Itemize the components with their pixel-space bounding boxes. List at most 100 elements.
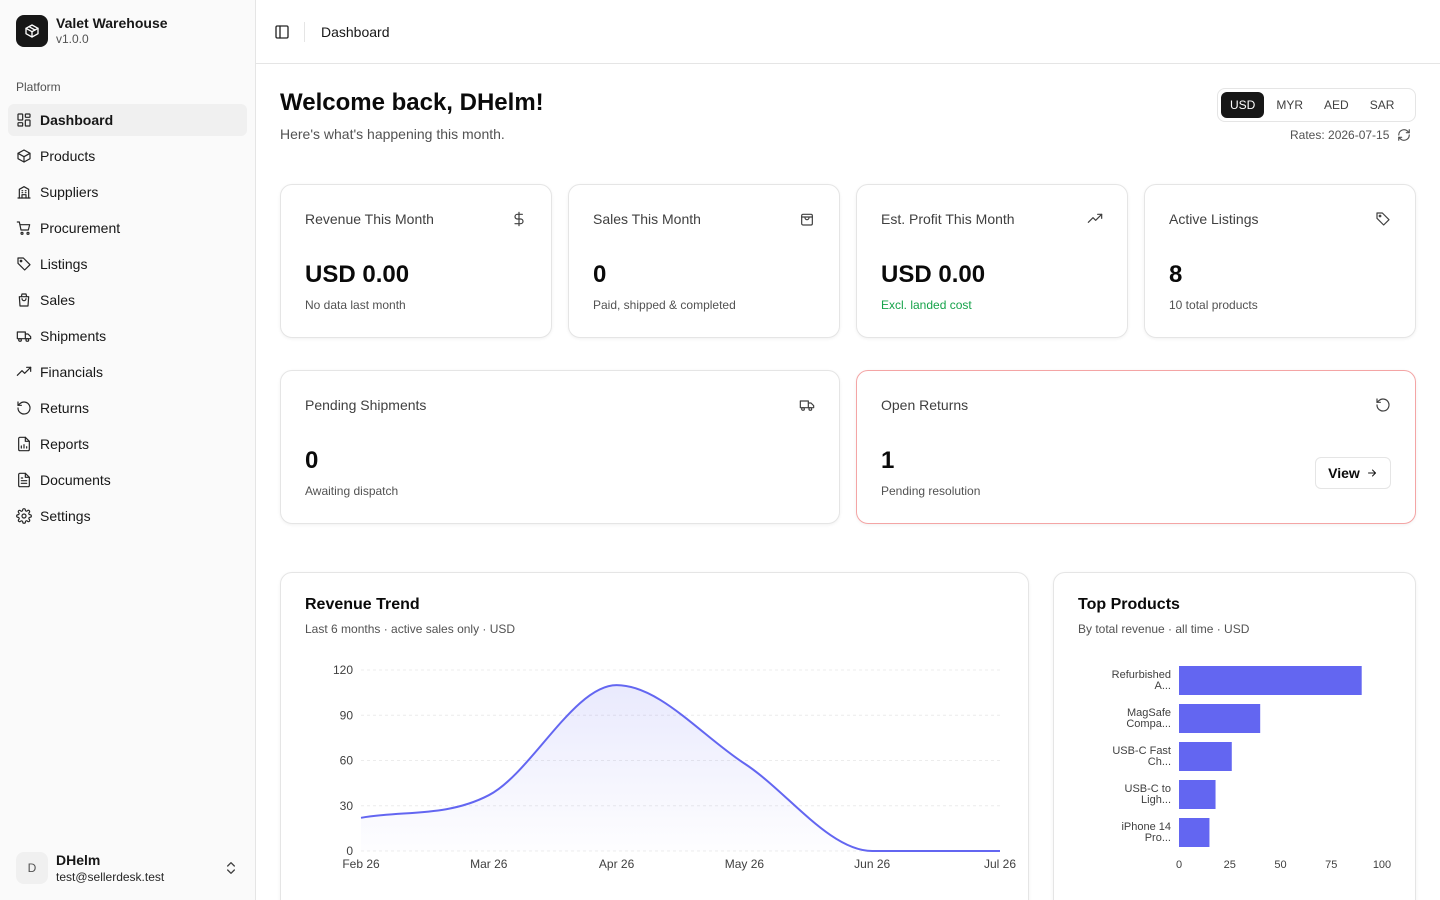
pending-shipments-card: Pending Shipments 0 Awaiting dispatch xyxy=(280,370,840,524)
sidebar-item-label: Documents xyxy=(40,472,111,488)
listings-card: Active Listings 8 10 total products xyxy=(1144,184,1416,338)
sidebar-item-settings[interactable]: Settings xyxy=(8,500,247,532)
avatar: D xyxy=(16,852,48,884)
card-value: 8 xyxy=(1169,261,1183,288)
y-tick-label: 90 xyxy=(340,708,354,722)
card-value: 1 xyxy=(881,447,895,474)
refresh-icon[interactable] xyxy=(1397,128,1411,142)
currency-aed-button[interactable]: AED xyxy=(1315,92,1358,118)
card-title: Open Returns xyxy=(881,397,969,413)
x-tick-label: Apr 26 xyxy=(599,857,635,871)
y-tick-label: 120 xyxy=(333,663,353,677)
brand-version: v1.0.0 xyxy=(56,32,89,46)
sidebar-item-label: Reports xyxy=(40,436,90,452)
card-subtext: Awaiting dispatch xyxy=(305,484,399,498)
card-subtext: No data last month xyxy=(305,298,406,312)
product-bar[interactable] xyxy=(1179,704,1261,733)
header-divider xyxy=(304,22,305,42)
truck-icon xyxy=(799,397,815,413)
shopping-bag-icon xyxy=(16,292,32,308)
sidebar-item-label: Listings xyxy=(40,256,88,272)
currency-myr-button[interactable]: MYR xyxy=(1267,92,1312,118)
product-bar[interactable] xyxy=(1179,742,1232,771)
y-tick-label: 60 xyxy=(340,754,354,768)
rotate-ccw-icon xyxy=(16,400,32,416)
user-menu[interactable]: D DHelm test@sellerdesk.test xyxy=(8,844,247,892)
product-bar[interactable] xyxy=(1179,780,1216,809)
x-tick-label: 25 xyxy=(1224,859,1236,871)
user-name: DHelm xyxy=(56,851,101,868)
rates-info: Rates: 2026-07-15 xyxy=(1290,128,1411,142)
settings-icon xyxy=(16,508,32,524)
panel-left-icon xyxy=(275,25,289,39)
package-icon xyxy=(16,148,32,164)
brand[interactable]: Valet Warehouse v1.0.0 xyxy=(16,15,168,47)
sidebar-item-reports[interactable]: Reports xyxy=(8,428,247,460)
x-tick-label: 75 xyxy=(1325,859,1337,871)
sidebar-item-shipments[interactable]: Shipments xyxy=(8,320,247,352)
view-returns-button[interactable]: View xyxy=(1315,457,1391,489)
sidebar-item-label: Settings xyxy=(40,508,91,524)
top-products-chart: RefurbishedA...MagSafeCompa...USB-C Fast… xyxy=(1112,666,1391,871)
file-chart-icon xyxy=(16,436,32,452)
x-tick-label: 100 xyxy=(1373,859,1391,871)
card-subtext: 10 total products xyxy=(1169,298,1258,312)
arrow-right-icon xyxy=(1367,469,1376,477)
tag-icon xyxy=(1375,211,1391,227)
card-subtext: Pending resolution xyxy=(881,484,981,498)
sidebar-item-financials[interactable]: Financials xyxy=(8,356,247,388)
sidebar-item-label: Financials xyxy=(40,364,104,380)
revenue-area xyxy=(361,685,1000,851)
card-title: Pending Shipments xyxy=(305,397,427,413)
revenue-trend-chart: 0 30 60 90 120 Feb 26 Mar 26 Apr 26 May 26 Jun 26… xyxy=(333,663,1016,871)
package-icon xyxy=(16,15,48,47)
sidebar: Valet Warehouse v1.0.0 Platform Dashboar… xyxy=(0,0,256,900)
x-tick-label: Jun 26 xyxy=(854,857,890,871)
currency-usd-button[interactable]: USD xyxy=(1221,92,1265,118)
sidebar-item-returns[interactable]: Returns xyxy=(8,392,247,424)
sidebar-item-suppliers[interactable]: Suppliers xyxy=(8,176,247,208)
sidebar-item-label: Products xyxy=(40,148,96,164)
product-bar[interactable] xyxy=(1179,666,1362,695)
card-value: USD 0.00 xyxy=(305,261,410,288)
sidebar-toggle-button[interactable] xyxy=(272,22,292,42)
sidebar-item-label: Dashboard xyxy=(40,112,114,128)
rates-date: Rates: 2026-07-15 xyxy=(1290,128,1390,142)
sidebar-item-sales[interactable]: Sales xyxy=(8,284,247,316)
sidebar-nav: Dashboard Products Suppliers Procurement… xyxy=(8,104,247,536)
tag-icon xyxy=(16,256,32,272)
trending-up-icon xyxy=(16,364,32,380)
top-header: Dashboard xyxy=(256,0,1440,64)
x-tick-label: 0 xyxy=(1176,859,1182,871)
x-tick-label: 50 xyxy=(1274,859,1286,871)
card-value: 0 xyxy=(593,261,607,288)
currency-switcher: USD MYR AED SAR xyxy=(1217,88,1416,122)
sidebar-item-products[interactable]: Products xyxy=(8,140,247,172)
sidebar-item-documents[interactable]: Documents xyxy=(8,464,247,496)
x-tick-label: Jul 26 xyxy=(984,857,1016,871)
y-tick-label: 30 xyxy=(340,799,354,813)
user-email: test@sellerdesk.test xyxy=(56,869,165,884)
x-tick-label: Mar 26 xyxy=(470,857,508,871)
sidebar-item-dashboard[interactable]: Dashboard xyxy=(8,104,247,136)
x-tick-label: May 26 xyxy=(725,857,765,871)
card-value: 0 xyxy=(305,447,319,474)
sidebar-item-label: Returns xyxy=(40,400,90,416)
building-icon xyxy=(16,184,32,200)
product-bar[interactable] xyxy=(1179,818,1210,847)
sidebar-item-listings[interactable]: Listings xyxy=(8,248,247,280)
shopping-cart-icon xyxy=(16,220,32,236)
top-products-card: Top Products By total revenue · all time… xyxy=(1053,572,1416,900)
card-value: USD 0.00 xyxy=(881,261,986,288)
product-label: A... xyxy=(1154,680,1171,692)
sidebar-item-label: Sales xyxy=(40,292,76,308)
product-label: Compa... xyxy=(1126,718,1171,730)
layout-dashboard-icon xyxy=(16,112,32,128)
sidebar-item-label: Suppliers xyxy=(40,184,99,200)
rotate-ccw-icon xyxy=(1375,397,1391,413)
card-subtext: Excl. landed cost xyxy=(881,298,972,312)
currency-sar-button[interactable]: SAR xyxy=(1361,92,1404,118)
sidebar-item-procurement[interactable]: Procurement xyxy=(8,212,247,244)
product-label: Pro... xyxy=(1145,832,1171,844)
page-subtitle: Here's what's happening this month. xyxy=(280,126,505,142)
